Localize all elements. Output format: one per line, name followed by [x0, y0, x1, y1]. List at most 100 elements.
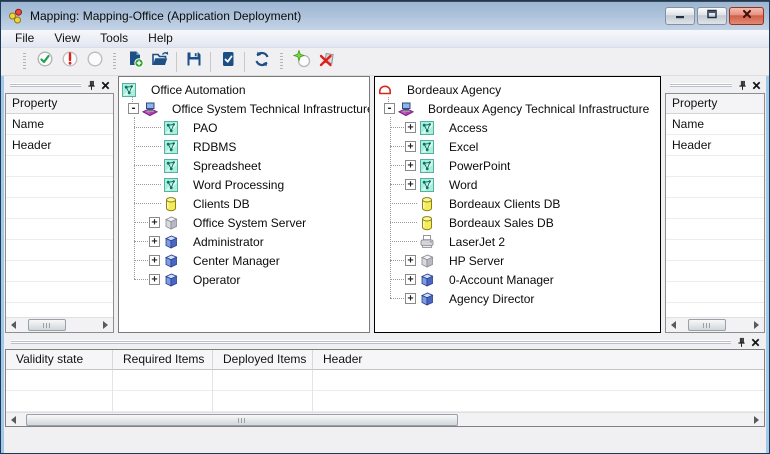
property-row-header[interactable]: Header [6, 135, 113, 156]
panel-close-icon[interactable] [749, 79, 763, 92]
tree-item[interactable]: PAO [119, 118, 369, 137]
expander-toggle[interactable] [405, 255, 416, 266]
panel-drag-grip[interactable] [670, 83, 732, 88]
expander-toggle[interactable] [149, 255, 160, 266]
column-header[interactable]: Header [313, 350, 764, 370]
right-tree-panel: Bordeaux Agency Bordeaux Agency Technica… [374, 76, 661, 333]
tree-item[interactable]: Bordeaux Clients DB [375, 194, 660, 213]
tree-item[interactable]: Bordeaux Sales DB [375, 213, 660, 232]
menu-view[interactable]: View [44, 30, 90, 47]
expander-toggle[interactable] [405, 141, 416, 152]
new-object-button[interactable] [122, 50, 147, 74]
scroll-left-arrow[interactable] [6, 318, 21, 333]
panel-drag-grip[interactable] [11, 340, 731, 345]
save-button[interactable] [181, 50, 206, 74]
scroll-track[interactable] [21, 413, 749, 428]
panel-header [5, 335, 765, 349]
tree-item[interactable]: Clients DB [119, 194, 369, 213]
property-column-header[interactable]: Property [6, 94, 113, 114]
tree-item[interactable]: Bordeaux Agency [375, 80, 660, 99]
column-validity-state[interactable]: Validity state [6, 350, 113, 370]
tree-item[interactable]: Excel [375, 137, 660, 156]
pin-icon[interactable] [84, 79, 98, 92]
minimize-button[interactable] [665, 7, 695, 25]
tree-item[interactable]: Office Automation [119, 80, 369, 99]
expander-toggle[interactable] [405, 122, 416, 133]
validate-check-button[interactable] [32, 50, 57, 74]
tree-item[interactable]: Word Processing [119, 175, 369, 194]
document-check-icon [219, 50, 237, 73]
expander-toggle[interactable] [149, 274, 160, 285]
column-deployed-items[interactable]: Deployed Items [213, 350, 313, 370]
scroll-thumb[interactable] [26, 414, 458, 426]
pin-icon[interactable] [735, 79, 749, 92]
document-check-button[interactable] [215, 50, 240, 74]
menu-file[interactable]: File [5, 30, 44, 47]
save-icon [185, 50, 203, 73]
property-grid: Property Name Header [5, 93, 114, 333]
scroll-right-arrow[interactable] [98, 318, 113, 333]
empty-state-button[interactable] [82, 50, 107, 74]
expander-toggle[interactable] [405, 274, 416, 285]
delete-button[interactable] [314, 50, 339, 74]
scroll-track[interactable] [681, 318, 749, 333]
scroll-right-arrow[interactable] [749, 413, 764, 428]
open-button[interactable] [147, 50, 172, 74]
panel-close-icon[interactable] [748, 336, 762, 349]
new-wizard-button[interactable] [289, 50, 314, 74]
menu-help[interactable]: Help [138, 30, 183, 47]
tree-item-label: Bordeaux Agency Technical Infrastructure [428, 102, 649, 116]
scroll-right-arrow[interactable] [749, 318, 764, 333]
expander-toggle[interactable] [405, 293, 416, 304]
property-row-name[interactable]: Name [666, 114, 764, 135]
toolbar-grip[interactable] [113, 53, 116, 71]
pin-icon[interactable] [734, 336, 748, 349]
tree-item[interactable]: Center Manager [119, 251, 369, 270]
tree-item-label: PAO [193, 121, 217, 135]
titlebar[interactable]: Mapping: Mapping-Office (Application Dep… [1, 1, 769, 30]
scroll-left-arrow[interactable] [666, 318, 681, 333]
tree-item[interactable]: Bordeaux Agency Technical Infrastructure [375, 99, 660, 118]
tree-item[interactable]: Word [375, 175, 660, 194]
tree-item[interactable]: LaserJet 2 [375, 232, 660, 251]
tree-item[interactable]: Agency Director [375, 289, 660, 308]
scroll-left-arrow[interactable] [6, 413, 21, 428]
panel-drag-grip[interactable] [10, 83, 81, 88]
tree-item[interactable]: Office System Server [119, 213, 369, 232]
refresh-button[interactable] [249, 50, 274, 74]
tree-item[interactable]: Administrator [119, 232, 369, 251]
maximize-button[interactable] [697, 7, 727, 25]
tree-item[interactable]: Operator [119, 270, 369, 289]
delete-icon [318, 50, 336, 73]
toolbar-grip[interactable] [23, 53, 26, 71]
toolbar-separator [210, 52, 211, 72]
tree-item-label: 0-Account Manager [449, 273, 554, 287]
column-required-items[interactable]: Required Items [113, 350, 213, 370]
tree-item[interactable]: RDBMS [119, 137, 369, 156]
tree-item[interactable]: Office System Technical Infrastructure [119, 99, 369, 118]
expander-toggle[interactable] [149, 236, 160, 247]
scroll-track[interactable] [21, 318, 98, 333]
expander-toggle[interactable] [128, 103, 139, 114]
menu-tools[interactable]: Tools [90, 30, 138, 47]
tree-item[interactable]: HP Server [375, 251, 660, 270]
property-row-header[interactable]: Header [666, 135, 764, 156]
tree-connector [134, 203, 161, 204]
property-column-header[interactable]: Property [666, 94, 764, 114]
tree-item[interactable]: Spreadsheet [119, 156, 369, 175]
expander-toggle[interactable] [405, 160, 416, 171]
close-button[interactable] [729, 7, 764, 25]
scroll-thumb[interactable] [688, 319, 726, 331]
expander-toggle[interactable] [405, 179, 416, 190]
expander-toggle[interactable] [149, 217, 160, 228]
scroll-thumb[interactable] [28, 319, 66, 331]
tree-item[interactable]: Access [375, 118, 660, 137]
tree-item-icon [419, 291, 435, 307]
tree-item[interactable]: 0-Account Manager [375, 270, 660, 289]
toolbar-grip[interactable] [280, 53, 283, 71]
property-row-name[interactable]: Name [6, 114, 113, 135]
panel-close-icon[interactable] [98, 79, 112, 92]
invalid-marker-button[interactable] [57, 50, 82, 74]
tree-item[interactable]: PowerPoint [375, 156, 660, 175]
expander-toggle[interactable] [384, 103, 395, 114]
